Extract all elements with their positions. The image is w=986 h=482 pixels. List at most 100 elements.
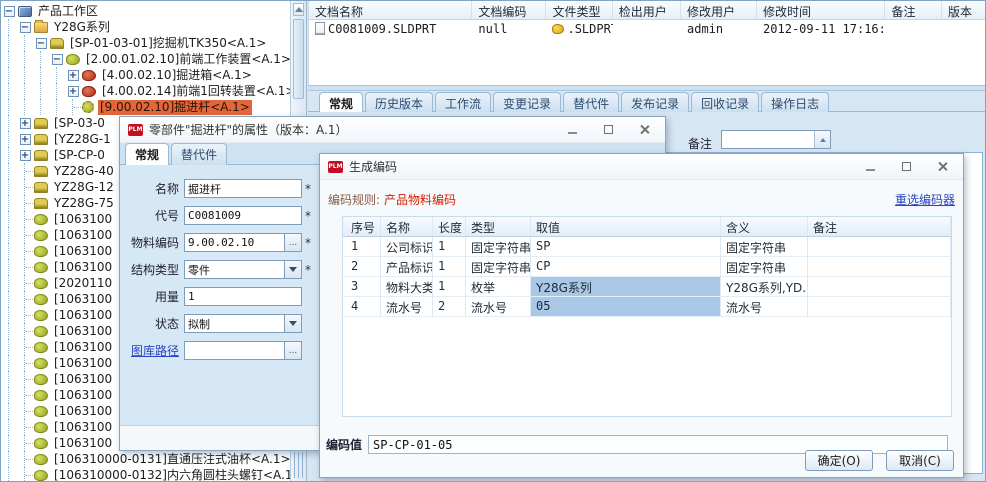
code-table-row[interactable]: 1公司标识1固定字符串SP固定字符串 <box>343 237 951 257</box>
gear-icon <box>82 101 94 113</box>
minimize-button[interactable] <box>559 121 585 139</box>
expand-icon[interactable]: + <box>68 70 79 81</box>
tree-guide-line <box>33 83 49 99</box>
document-row[interactable]: C0081009.SLDPRTnull.SLDPRTadmin2012-09-1… <box>309 20 986 37</box>
code-table-row[interactable]: 2产品标识1固定字符串CP固定字符串 <box>343 257 951 277</box>
tree-item[interactable]: [106310000-0132]内六角圆柱头螺钉<A.1> <box>1 467 291 482</box>
properties-tab-1[interactable]: 替代件 <box>171 143 227 165</box>
code-table-cell[interactable]: SP <box>531 237 721 257</box>
code-table-cell[interactable]: CP <box>531 257 721 277</box>
field-input[interactable] <box>185 207 301 224</box>
tree-guide-line <box>1 403 17 419</box>
browse-button[interactable]: ... <box>284 234 301 251</box>
doc-column-header[interactable]: 修改时间 <box>757 1 885 19</box>
doc-column-header[interactable]: 检出用户 <box>613 1 681 19</box>
dropdown-button[interactable] <box>284 261 301 278</box>
tree-guide-line <box>49 83 65 99</box>
tree-item[interactable]: +[4.00.02.10]掘进箱<A.1> <box>1 67 291 83</box>
doc-column-header[interactable]: 版本 <box>942 1 986 19</box>
tree-item[interactable]: −[SP-01-03-01]挖掘机TK350<A.1> <box>1 35 291 51</box>
expand-icon[interactable]: + <box>20 134 31 145</box>
properties-tab-0[interactable]: 常规 <box>125 143 169 165</box>
doc-column-header[interactable]: 文件类型 <box>546 1 612 19</box>
scrollbar-grip[interactable] <box>294 452 304 478</box>
tree-guide-line <box>17 67 33 83</box>
tab-3[interactable]: 变更记录 <box>493 92 561 112</box>
tree-expander-cell: − <box>33 35 49 51</box>
tree-guide-line <box>1 467 17 482</box>
expand-icon[interactable]: + <box>68 86 79 97</box>
tab-0[interactable]: 常规 <box>319 92 363 112</box>
scrollbar-thumb[interactable] <box>293 19 304 99</box>
code-table-row[interactable]: 3物料大类1枚举Y28G系列Y28G系列,YD... <box>343 277 951 297</box>
tree-item[interactable]: [9.00.02.10]掘进杆<A.1> <box>1 99 291 115</box>
field-label: 状态 <box>124 315 179 332</box>
expand-icon[interactable]: + <box>20 150 31 161</box>
code-table-column-header[interactable]: 序号 <box>343 217 381 236</box>
collapse-icon[interactable]: − <box>4 6 15 17</box>
tree-item[interactable]: −[2.00.01.02.10]前端工作装置<A.1> <box>1 51 291 67</box>
doc-column-header[interactable]: 备注 <box>885 1 942 19</box>
tree-guide-line <box>1 195 17 211</box>
code-table-column-header[interactable]: 类型 <box>466 217 531 236</box>
field-input[interactable] <box>185 261 284 278</box>
tab-6[interactable]: 回收记录 <box>691 92 759 112</box>
field-input[interactable] <box>185 180 301 197</box>
field-label[interactable]: 图库路径 <box>124 342 179 359</box>
field-input[interactable] <box>185 234 284 251</box>
tab-5[interactable]: 发布记录 <box>621 92 689 112</box>
minimize-button[interactable] <box>857 158 883 176</box>
cancel-button[interactable]: 取消(C) <box>886 450 954 471</box>
close-button[interactable] <box>631 121 657 139</box>
dropdown-button[interactable] <box>284 315 301 332</box>
tree-guide-line <box>17 323 33 339</box>
tree-item[interactable]: −Y28G系列 <box>1 19 291 35</box>
reselect-encoder-link[interactable]: 重选编码器 <box>895 191 955 208</box>
excavator-icon <box>34 182 48 193</box>
tree-guide-line <box>17 355 33 371</box>
tab-2[interactable]: 工作流 <box>435 92 491 112</box>
tree-item[interactable]: [106310000-0131]直通压注式油杯<A.1> <box>1 451 291 467</box>
tree-guide-line <box>17 419 33 435</box>
remark-input[interactable] <box>722 131 814 148</box>
code-table-row[interactable]: 4流水号2流水号05流水号 <box>343 297 951 317</box>
maximize-button[interactable] <box>595 121 621 139</box>
remark-spinner-button[interactable] <box>814 131 830 148</box>
part-green-icon <box>34 326 48 337</box>
browse-button[interactable]: ... <box>284 342 301 359</box>
doc-column-header[interactable]: 文档编码 <box>472 1 546 19</box>
doc-column-header[interactable]: 修改用户 <box>681 1 757 19</box>
scrollbar-up-icon[interactable] <box>293 3 304 16</box>
collapse-icon[interactable]: − <box>20 22 31 33</box>
remark-combobox[interactable] <box>721 130 831 149</box>
dialog-titlebar[interactable]: PLM 零部件"掘进杆"的属性（版本：A.1） <box>120 117 665 143</box>
code-table-column-header[interactable]: 名称 <box>381 217 433 236</box>
doc-column-header[interactable]: 文档名称 <box>309 1 472 19</box>
code-table-column-header[interactable]: 备注 <box>808 217 951 236</box>
maximize-button[interactable] <box>893 158 919 176</box>
tree-item-label: [SP-03-0 <box>52 116 107 131</box>
code-table-cell[interactable]: 05 <box>531 297 721 317</box>
code-table-column-header[interactable]: 取值 <box>531 217 721 236</box>
doc-cell-text: .SLDPRT <box>567 22 612 36</box>
ok-button[interactable]: 确定(O) <box>805 450 873 471</box>
code-table-cell[interactable]: Y28G系列 <box>531 277 721 297</box>
tree-item[interactable]: −产品工作区 <box>1 3 291 19</box>
tab-7[interactable]: 操作日志 <box>761 92 829 112</box>
code-table-cell: 流水号 <box>466 297 531 317</box>
code-segments-table: 序号名称长度类型取值含义备注1公司标识1固定字符串SP固定字符串2产品标识1固定… <box>342 216 952 417</box>
field-input[interactable] <box>185 315 284 332</box>
field-input[interactable] <box>185 342 284 359</box>
close-button[interactable] <box>929 158 955 176</box>
field-input[interactable] <box>185 288 301 305</box>
tree-item[interactable]: +[4.00.02.14]前端1回转装置<A.1> <box>1 83 291 99</box>
code-table-column-header[interactable]: 含义 <box>721 217 808 236</box>
dialog-titlebar[interactable]: PLM 生成编码 <box>320 154 963 180</box>
collapse-icon[interactable]: − <box>36 38 47 49</box>
tab-1[interactable]: 历史版本 <box>365 92 433 112</box>
expand-icon[interactable]: + <box>20 118 31 129</box>
code-table-column-header[interactable]: 长度 <box>433 217 466 236</box>
collapse-icon[interactable]: − <box>52 54 63 65</box>
horizontal-splitter[interactable] <box>308 85 986 91</box>
tab-4[interactable]: 替代件 <box>563 92 619 112</box>
